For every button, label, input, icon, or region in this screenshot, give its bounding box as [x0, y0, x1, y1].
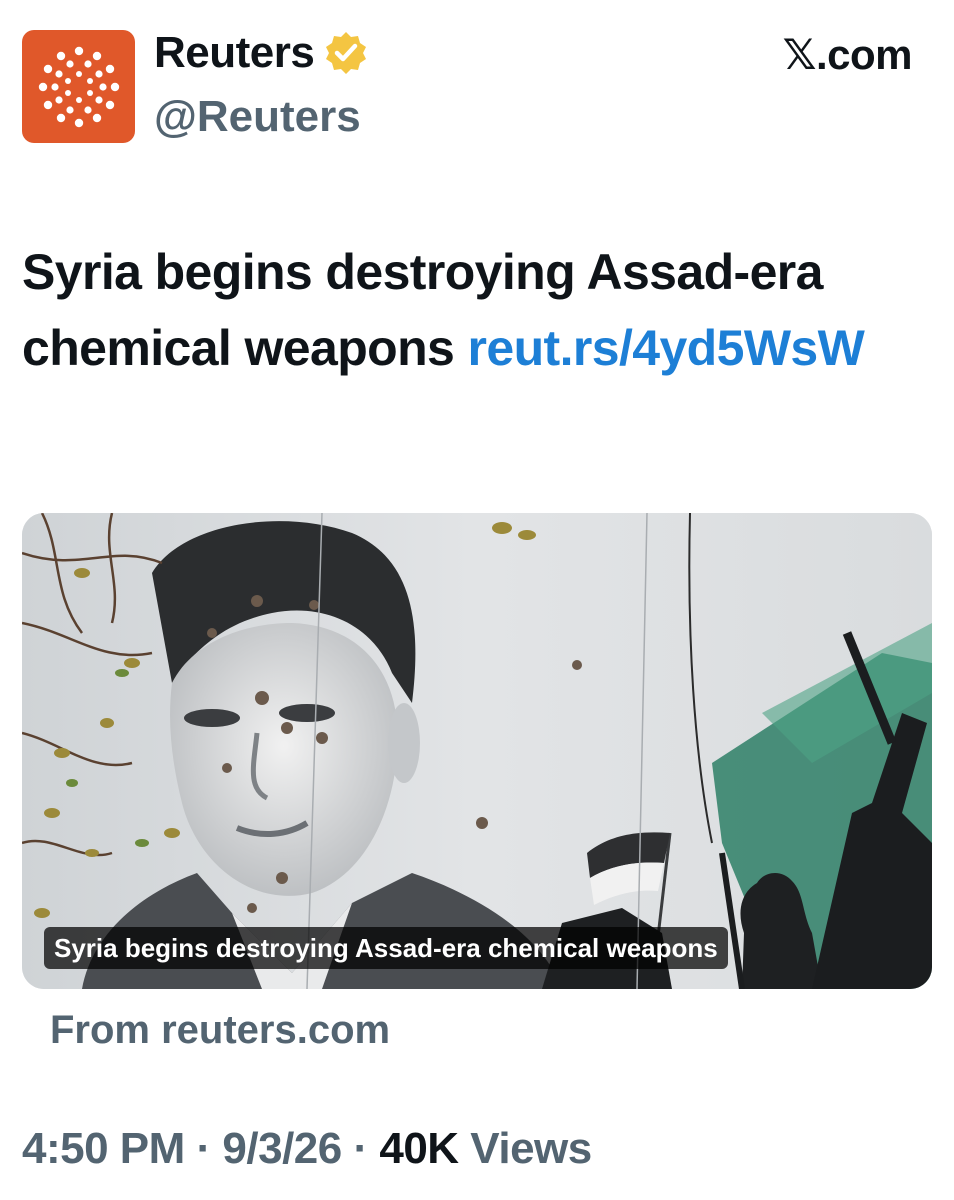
- tweet-link[interactable]: reut.rs/4yd5WsW: [468, 320, 865, 376]
- verified-badge-icon: [326, 32, 367, 74]
- tweet-meta: 4:50 PM · 9/3/26 · 40K Views: [22, 1124, 592, 1174]
- tweet-time[interactable]: 4:50 PM: [22, 1124, 185, 1173]
- card-caption: Syria begins destroying Assad-era chemic…: [44, 927, 728, 969]
- handle[interactable]: @Reuters: [154, 92, 361, 142]
- card-source-link[interactable]: From reuters.com: [50, 1008, 390, 1053]
- reuters-logo-icon: [38, 46, 119, 127]
- card-image: [22, 513, 932, 989]
- views-label: Views: [458, 1124, 592, 1173]
- display-name[interactable]: Reuters: [154, 28, 315, 78]
- tweet-text: Syria begins destroying Assad-era chemic…: [22, 234, 902, 386]
- avatar[interactable]: [22, 30, 135, 143]
- views-count: 40K: [379, 1124, 459, 1173]
- tweet-date[interactable]: 9/3/26: [222, 1124, 342, 1173]
- meta-separator-2: ·: [341, 1124, 380, 1173]
- link-card[interactable]: Syria begins destroying Assad-era chemic…: [22, 513, 932, 989]
- source-site-label: 𝕏.com: [782, 31, 913, 78]
- meta-separator-1: ·: [184, 1124, 223, 1173]
- name-row[interactable]: Reuters: [154, 28, 370, 78]
